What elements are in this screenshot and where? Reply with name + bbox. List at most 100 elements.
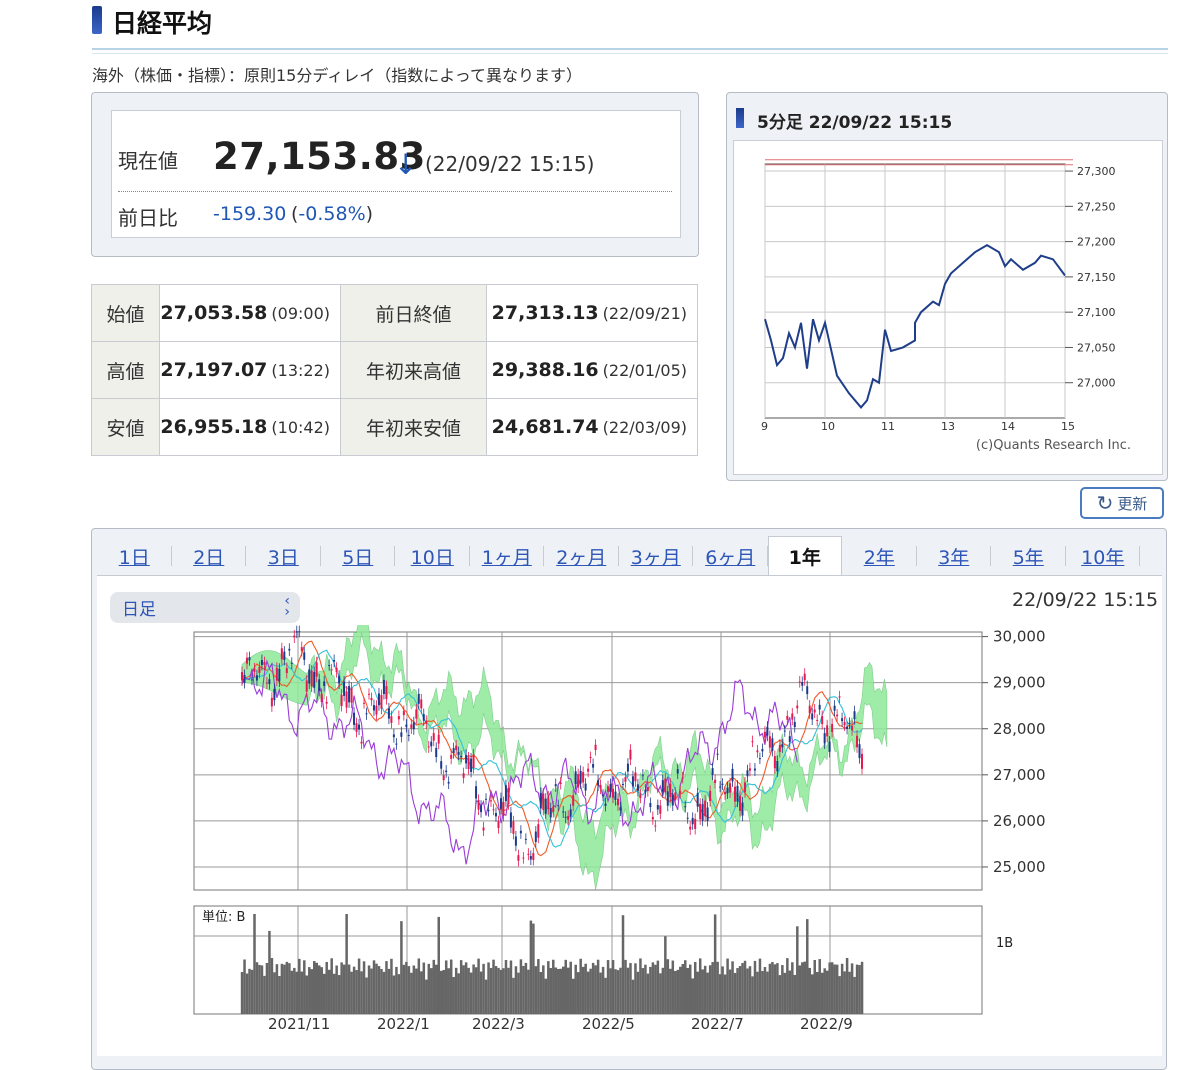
candle-body <box>694 818 697 829</box>
candle-body <box>619 807 622 811</box>
candle-body <box>452 748 455 754</box>
candle-body <box>659 805 662 814</box>
mini-plot-area <box>764 163 1066 419</box>
candle-body <box>492 809 495 811</box>
volume-bar <box>716 961 719 1014</box>
candle-body <box>440 761 443 769</box>
mini-y-tick: 27,300 <box>1077 165 1116 178</box>
candle-body <box>338 675 341 684</box>
volume-bar <box>402 964 406 1014</box>
tab-10[interactable]: 2年 <box>842 536 917 576</box>
candle-body <box>509 812 512 828</box>
volume-bar <box>654 964 657 1014</box>
candle-body <box>507 787 510 805</box>
candle-body <box>542 793 545 810</box>
tab-2[interactable]: 3日 <box>246 536 321 576</box>
candle-body <box>584 783 587 791</box>
volume-bar <box>315 962 318 1014</box>
candle-body <box>681 777 684 779</box>
volume-bar <box>427 963 431 1014</box>
volume-bar <box>240 972 244 1014</box>
volume-bar <box>746 968 749 1014</box>
mini-y-tick: 27,200 <box>1077 236 1116 249</box>
volume-bar <box>357 958 361 1014</box>
volume-bar <box>375 963 378 1014</box>
candle-body <box>776 761 779 772</box>
candle-body <box>295 631 298 633</box>
volume-bar <box>250 969 254 1014</box>
volume-bar <box>482 963 485 1014</box>
volume-bar <box>850 963 854 1014</box>
candle-body <box>801 681 804 686</box>
volume-bar <box>435 964 438 1014</box>
tab-4[interactable]: 10日 <box>395 536 470 576</box>
volume-bar <box>591 962 595 1014</box>
stat-label-ytd-high: 年初来高値 <box>340 341 487 399</box>
volume-bar <box>347 964 351 1014</box>
volume-bar <box>370 968 373 1014</box>
volume-bar <box>651 962 655 1014</box>
candle-body <box>798 681 801 683</box>
volume-bar <box>415 968 418 1014</box>
tab-1[interactable]: 2日 <box>172 536 247 576</box>
volume-bar <box>718 974 722 1014</box>
volume-bar <box>492 959 495 1014</box>
volume-bar <box>758 958 762 1014</box>
tab-6[interactable]: 2ヶ月 <box>544 536 619 576</box>
table-row: 始値 27,053.58 (09:00) 前日終値 27,313.13 (22/09… <box>91 284 698 342</box>
candle-body <box>512 821 515 834</box>
volume-bar <box>711 962 714 1014</box>
volume-bar <box>372 960 376 1014</box>
tab-7[interactable]: 3ヶ月 <box>619 536 694 576</box>
volume-bar <box>801 962 804 1014</box>
change-percent: (-0.58%) <box>291 203 373 225</box>
volume-bar <box>815 972 819 1014</box>
candle-body <box>432 733 435 741</box>
tab-5[interactable]: 1ヶ月 <box>470 536 545 576</box>
volume-bar <box>726 958 729 1014</box>
candle-body <box>753 768 756 771</box>
candle-body <box>400 732 403 737</box>
mini-y-tick: 27,250 <box>1077 200 1116 213</box>
candle-body <box>405 724 408 727</box>
candle-body <box>696 793 699 807</box>
big-x-tick: 2022/5 <box>582 1015 635 1033</box>
table-row: 安値 26,955.18 (10:42) 年初来安値 24,681.74 (22/0… <box>91 398 698 456</box>
tab-8[interactable]: 6ヶ月 <box>693 536 768 576</box>
candle-body <box>636 784 639 791</box>
title-divider-thin <box>92 53 1168 54</box>
stat-value-ytd-high: 29,388.16 (22/01/05) <box>486 341 698 399</box>
candle-body <box>803 673 806 681</box>
volume-bar <box>636 971 640 1014</box>
volume-bar <box>367 965 371 1014</box>
volume-bar <box>467 967 470 1014</box>
candle-body <box>275 667 278 681</box>
candle-body <box>430 741 433 747</box>
volume-bar <box>417 958 421 1014</box>
volume-bar <box>477 958 480 1014</box>
volume-bar <box>791 962 794 1014</box>
tab-12[interactable]: 5年 <box>991 536 1066 576</box>
tab-9[interactable]: 1年 <box>767 536 842 576</box>
candle-body <box>719 786 722 788</box>
candle-body <box>564 816 567 818</box>
period-tabs: 1日 2日 3日 5日 10日 1ヶ月 2ヶ月 3ヶ月 6ヶ月 1年 2年 3年 5年 10年 <box>97 536 1157 576</box>
tab-0[interactable]: 1日 <box>97 536 172 576</box>
candle-interval-select[interactable]: 日足 ‹ › <box>110 592 300 623</box>
volume-bar <box>778 975 782 1014</box>
delay-note: 海外（株価・指標）：原則15分ディレイ（指数によって異なります） <box>92 66 582 85</box>
volume-bar <box>332 973 336 1014</box>
big-x-tick: 2022/1 <box>377 1015 430 1033</box>
tab-11[interactable]: 3年 <box>917 536 992 576</box>
candle-body <box>494 813 497 817</box>
refresh-button[interactable]: ↻ 更新 <box>1080 487 1164 519</box>
tab-13[interactable]: 10年 <box>1066 536 1141 576</box>
volume-bar <box>345 914 348 1014</box>
volume-bar <box>285 961 289 1014</box>
tab-3[interactable]: 5日 <box>321 536 396 576</box>
volume-bar <box>803 961 807 1014</box>
change-label: 前日比 <box>118 206 178 230</box>
volume-bar <box>741 963 744 1014</box>
candle-body <box>345 691 348 708</box>
candle-body <box>856 735 859 748</box>
